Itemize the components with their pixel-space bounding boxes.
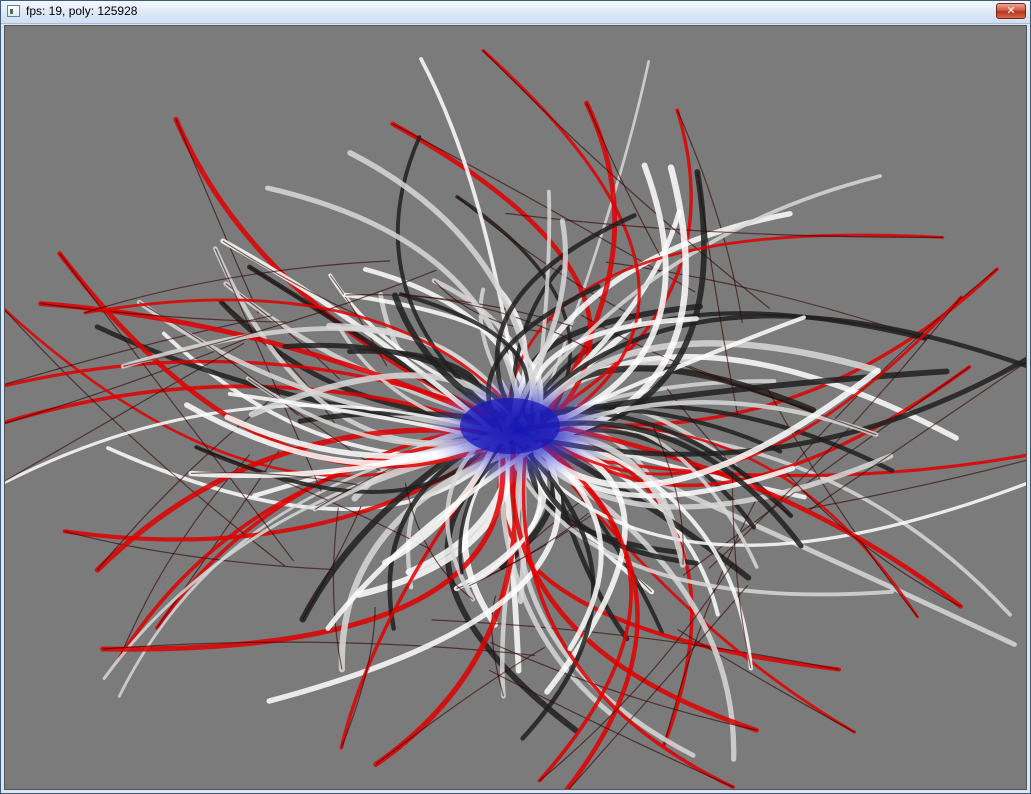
title-bar[interactable]: fps: 19, poly: 125928 ✕ bbox=[1, 1, 1030, 24]
rendered-3d-scene bbox=[5, 49, 1026, 789]
close-button[interactable]: ✕ bbox=[996, 3, 1026, 19]
blue-core-inner bbox=[460, 398, 560, 454]
close-icon: ✕ bbox=[1006, 4, 1016, 17]
strand-shadow bbox=[175, 119, 259, 314]
window-title: fps: 19, poly: 125928 bbox=[26, 4, 138, 18]
application-window: fps: 19, poly: 125928 ✕ bbox=[0, 0, 1031, 794]
render-viewport[interactable] bbox=[4, 25, 1027, 790]
app-window-icon[interactable] bbox=[7, 5, 20, 17]
